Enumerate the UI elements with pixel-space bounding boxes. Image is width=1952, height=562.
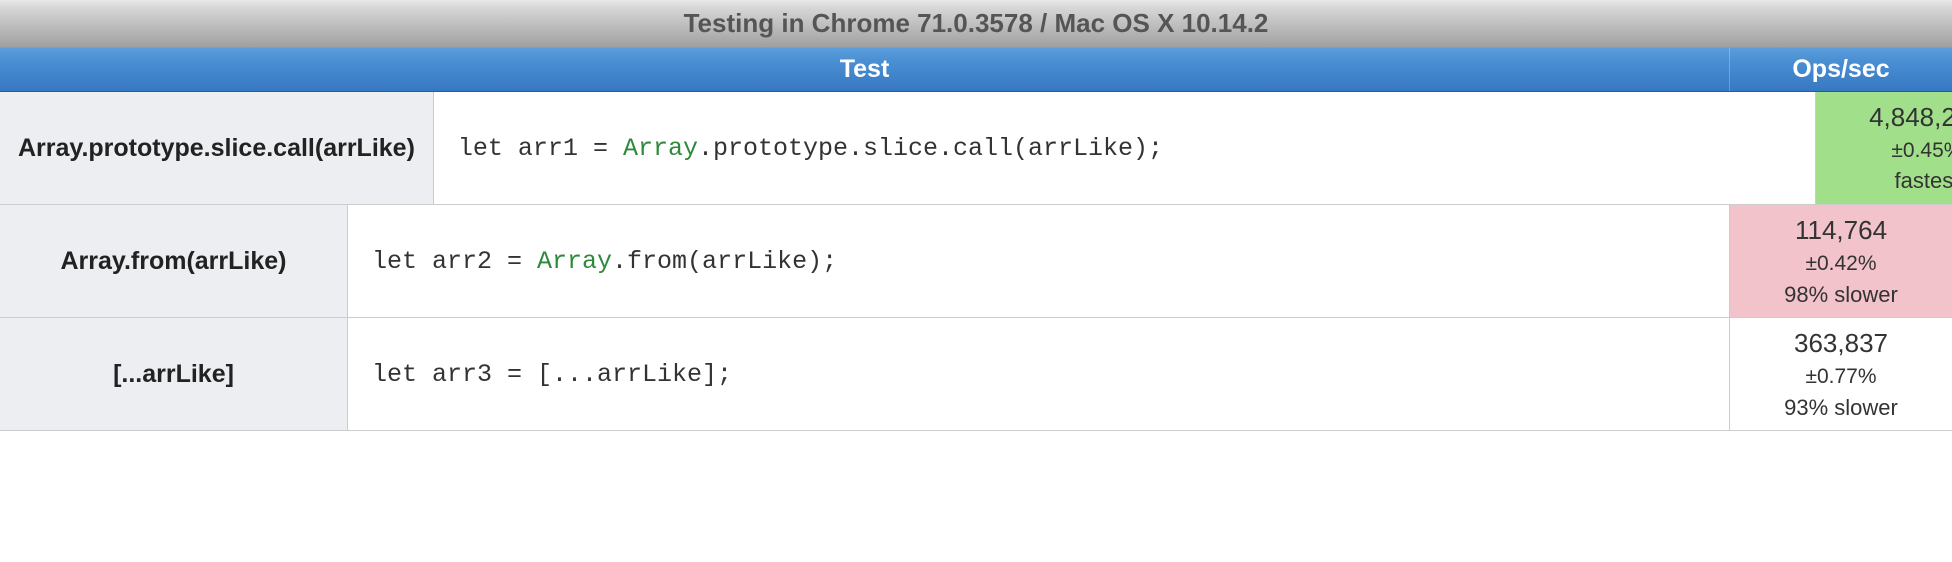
test-ops: 114,764 ±0.42% 98% slower — [1730, 205, 1952, 317]
code-object: Array — [623, 134, 698, 163]
ops-status: fastest — [1895, 166, 1952, 196]
test-ops: 363,837 ±0.77% 93% slower — [1730, 318, 1952, 430]
ops-value: 363,837 — [1794, 326, 1888, 361]
code-object: Array — [537, 247, 612, 276]
test-name: Array.prototype.slice.call(arrLike) — [0, 92, 434, 204]
test-ops: 4,848,248 ±0.45% fastest — [1816, 92, 1952, 204]
title-bar: Testing in Chrome 71.0.3578 / Mac OS X 1… — [0, 0, 1952, 48]
table-row: [...arrLike] let arr3 = [...arrLike]; 36… — [0, 318, 1952, 431]
benchmark-table: Testing in Chrome 71.0.3578 / Mac OS X 1… — [0, 0, 1952, 431]
ops-margin: ±0.42% — [1805, 250, 1876, 278]
code-suffix: .from(arrLike); — [612, 247, 837, 276]
ops-margin: ±0.45% — [1891, 137, 1952, 165]
test-name: [...arrLike] — [0, 318, 348, 430]
test-name: Array.from(arrLike) — [0, 205, 348, 317]
table-row: Array.from(arrLike) let arr2 = Array.fro… — [0, 205, 1952, 318]
header-test: Test — [0, 48, 1730, 91]
ops-status: 93% slower — [1784, 393, 1898, 423]
table-row: Array.prototype.slice.call(arrLike) let … — [0, 92, 1952, 205]
header-ops: Ops/sec — [1730, 48, 1952, 91]
ops-status: 98% slower — [1784, 280, 1898, 310]
ops-margin: ±0.77% — [1805, 363, 1876, 391]
code-prefix: let arr1 = — [458, 134, 623, 163]
test-code: let arr1 = Array.prototype.slice.call(ar… — [434, 92, 1816, 204]
code-prefix: let arr3 = [...arrLike]; — [372, 360, 732, 389]
title-text: Testing in Chrome 71.0.3578 / Mac OS X 1… — [684, 8, 1269, 38]
header-row: Test Ops/sec — [0, 48, 1952, 92]
code-suffix: .prototype.slice.call(arrLike); — [698, 134, 1163, 163]
code-prefix: let arr2 = — [372, 247, 537, 276]
test-code: let arr3 = [...arrLike]; — [348, 318, 1730, 430]
ops-value: 4,848,248 — [1869, 100, 1952, 135]
test-code: let arr2 = Array.from(arrLike); — [348, 205, 1730, 317]
ops-value: 114,764 — [1795, 213, 1887, 248]
